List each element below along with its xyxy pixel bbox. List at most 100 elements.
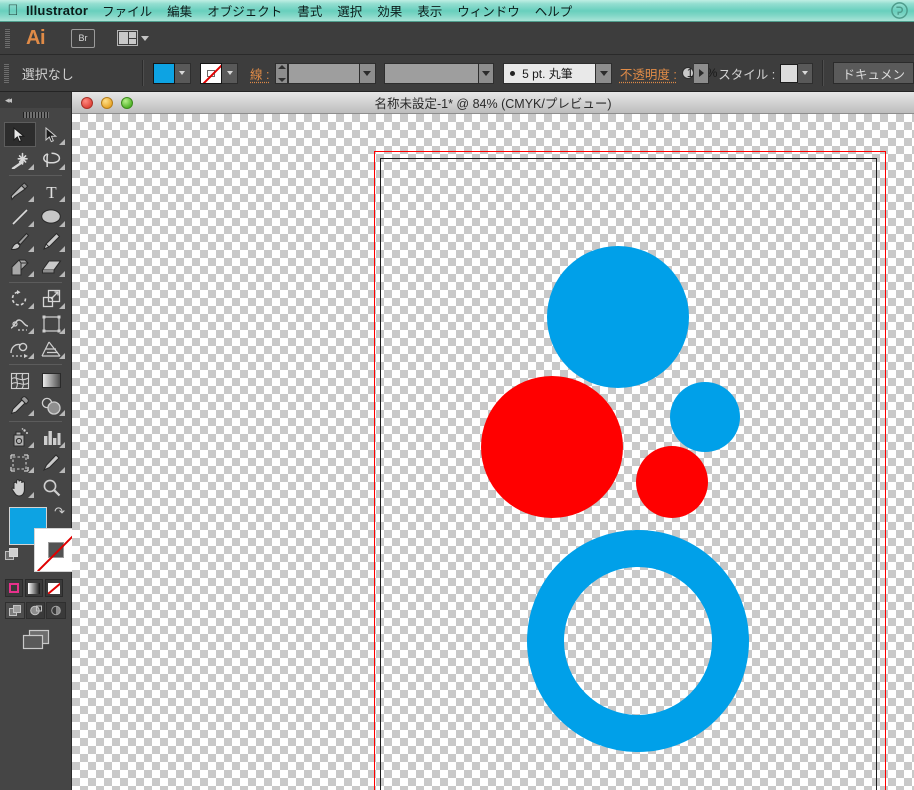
circle-blue-large[interactable] [547, 246, 689, 388]
arrange-documents-icon [117, 30, 138, 46]
mesh-tool[interactable] [4, 368, 36, 393]
creative-cloud-icon[interactable] [888, 0, 910, 22]
stroke-profile-dropdown[interactable] [479, 63, 495, 84]
column-graph-tool[interactable] [36, 425, 68, 450]
scale-tool[interactable] [36, 286, 68, 311]
graphic-style-dropdown[interactable] [798, 63, 814, 84]
blob-brush-tool[interactable] [4, 254, 36, 279]
tool-separator [9, 421, 62, 422]
direct-selection-tool[interactable] [36, 122, 67, 147]
zoom-button[interactable] [121, 97, 133, 109]
stroke-color-control[interactable] [200, 63, 238, 84]
fill-color-control[interactable] [153, 63, 191, 84]
change-screen-mode-button[interactable] [0, 629, 71, 651]
opacity-field[interactable]: 100% [682, 67, 694, 79]
brush-definition-dropdown[interactable] [596, 63, 612, 84]
circle-red-small[interactable] [636, 446, 708, 518]
stroke-swatch-none-icon[interactable] [200, 63, 222, 84]
menu-object[interactable]: オブジェクト [207, 1, 282, 20]
menu-file[interactable]: ファイル [102, 1, 152, 20]
menu-help[interactable]: ヘルプ [535, 1, 573, 20]
style-label: スタイル : [718, 64, 775, 83]
stroke-weight-field[interactable] [288, 63, 360, 84]
rotate-tool[interactable] [4, 286, 36, 311]
stroke-weight-dropdown[interactable] [360, 63, 376, 84]
app-bar-grip[interactable] [0, 22, 14, 55]
stroke-swatch-dropdown[interactable] [222, 63, 238, 84]
menu-view[interactable]: 表示 [417, 1, 442, 20]
apple-logo-icon[interactable]:  [0, 3, 26, 19]
document-title: 名称未設定-1* @ 84% (CMYK/プレビュー) [72, 93, 914, 112]
app-name-label: Illustrator [26, 3, 88, 18]
control-bar-grip[interactable] [0, 57, 14, 90]
donut-blue[interactable] [527, 530, 749, 752]
slice-tool[interactable] [36, 450, 68, 475]
brush-definition-field[interactable]: 5 pt. 丸筆 [503, 63, 596, 84]
eraser-tool[interactable] [36, 254, 68, 279]
pencil-tool[interactable] [36, 229, 68, 254]
gradient-button[interactable] [25, 579, 43, 597]
stroke-profile-field[interactable] [384, 63, 478, 84]
minimize-button[interactable] [101, 97, 113, 109]
brush-dot-icon [510, 71, 515, 76]
blend-tool[interactable] [36, 393, 68, 418]
draw-normal-button[interactable] [5, 602, 25, 619]
circle-blue-small[interactable] [670, 382, 740, 452]
menu-window[interactable]: ウィンドウ [457, 1, 520, 20]
fill-swatch[interactable] [153, 63, 175, 84]
draw-inside-button[interactable] [46, 602, 66, 619]
tool-flyout-indicator [28, 303, 34, 309]
width-tool[interactable] [4, 311, 36, 336]
lasso-tool[interactable] [36, 147, 68, 172]
opacity-dropdown[interactable] [694, 63, 710, 84]
stroke-weight-label[interactable]: 線 : [250, 64, 269, 83]
none-button[interactable] [45, 579, 63, 597]
tools-panel-grip[interactable] [0, 108, 71, 122]
free-transform-tool[interactable] [36, 311, 68, 336]
graphic-style-swatch[interactable] [780, 64, 798, 83]
tool-flyout-indicator [28, 164, 34, 170]
bridge-button[interactable]: Br [71, 29, 95, 48]
double-arrow-left-icon[interactable]: ◂◂ [5, 95, 10, 106]
default-fill-stroke-icon[interactable] [5, 548, 19, 562]
shape-builder-tool[interactable] [4, 336, 36, 361]
menu-edit[interactable]: 編集 [167, 1, 192, 20]
magic-wand-tool[interactable] [4, 147, 36, 172]
symbol-sprayer-tool[interactable] [4, 425, 36, 450]
zoom-tool[interactable] [36, 475, 68, 500]
menu-select[interactable]: 選択 [337, 1, 362, 20]
stroke-weight-stepper[interactable] [275, 63, 288, 84]
ellipse-tool[interactable] [36, 204, 68, 229]
tool-flyout-indicator [59, 353, 65, 359]
opacity-label[interactable]: 不透明度 : [620, 64, 677, 83]
perspective-grid-tool[interactable] [36, 336, 68, 361]
selection-tool[interactable] [4, 122, 36, 147]
tool-flyout-indicator [59, 303, 65, 309]
paintbrush-tool[interactable] [4, 229, 36, 254]
chevron-down-icon [141, 36, 149, 41]
pen-tool[interactable] [4, 179, 36, 204]
menu-effect[interactable]: 効果 [377, 1, 402, 20]
tool-separator [9, 175, 62, 176]
close-button[interactable] [81, 97, 93, 109]
circle-red-large[interactable] [481, 376, 623, 518]
arrange-documents-button[interactable] [117, 30, 149, 46]
tool-flyout-indicator [59, 442, 65, 448]
draw-behind-button[interactable] [26, 602, 46, 619]
color-button[interactable] [5, 579, 23, 597]
brush-definition-label: 5 pt. 丸筆 [522, 65, 573, 82]
tool-flyout-indicator [59, 246, 65, 252]
tools-panel-header[interactable]: ◂◂ [0, 92, 71, 108]
fill-swatch-dropdown[interactable] [175, 63, 191, 84]
menu-type[interactable]: 書式 [297, 1, 322, 20]
line-segment-tool[interactable] [4, 204, 36, 229]
document-setup-button[interactable]: ドキュメン [833, 62, 914, 84]
hand-tool[interactable] [4, 475, 36, 500]
swap-fill-stroke-icon[interactable]: ↷ [54, 505, 65, 518]
eyedropper-tool[interactable] [4, 393, 36, 418]
type-tool[interactable]: T [36, 179, 68, 204]
artboard-tool[interactable] [4, 450, 36, 475]
gradient-tool[interactable] [36, 368, 68, 393]
document-title-bar[interactable]: 名称未設定-1* @ 84% (CMYK/プレビュー) [72, 92, 914, 114]
artboard-canvas[interactable] [72, 114, 914, 790]
